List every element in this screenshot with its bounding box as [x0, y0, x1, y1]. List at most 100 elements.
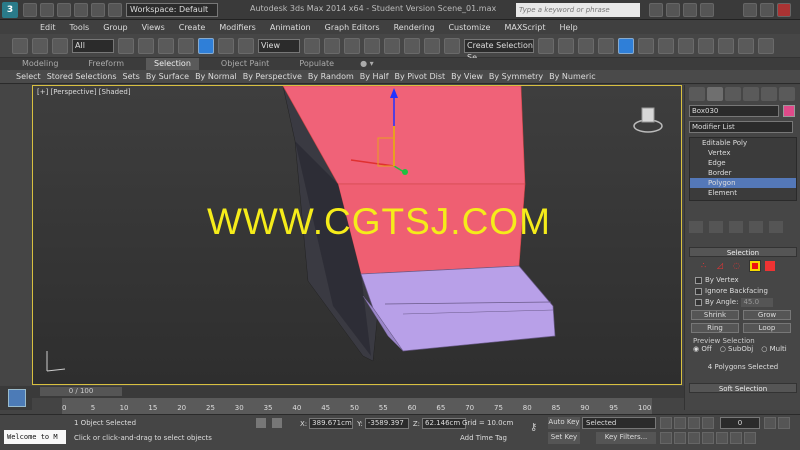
menu-create[interactable]: Create	[179, 23, 206, 32]
element-mode-icon[interactable]	[765, 261, 775, 271]
menu-graph-editors[interactable]: Graph Editors	[325, 23, 380, 32]
ribbon-by-random[interactable]: By Random	[308, 72, 354, 81]
by-angle-value[interactable]: 45.0	[741, 298, 774, 307]
search-input[interactable]: Type a keyword or phrase	[516, 3, 640, 17]
help-icon[interactable]	[666, 3, 680, 17]
selection-region-icon[interactable]	[158, 37, 174, 54]
ribbon-by-half[interactable]: By Half	[360, 72, 389, 81]
window-crossing-icon[interactable]	[178, 37, 194, 54]
unlink-icon[interactable]	[32, 37, 48, 54]
track-bar[interactable]: 0 5 10 15 20 25 30 35 40 45 50 55 60 65 70 75 80 85 90 95 10…	[62, 398, 652, 414]
play-icon[interactable]	[688, 417, 700, 429]
preview-off-radio[interactable]: ◉ Off	[693, 345, 712, 353]
select-manipulate-icon[interactable]	[324, 37, 340, 54]
ribbon-options-icon[interactable]: ● ▾	[356, 58, 378, 70]
tab-populate[interactable]: Populate	[291, 58, 342, 70]
absolute-mode-icon[interactable]	[272, 418, 282, 428]
curve-editor-icon[interactable]	[638, 37, 654, 54]
align-icon[interactable]	[558, 37, 574, 54]
new-file-icon[interactable]	[23, 2, 37, 17]
ribbon-by-surface[interactable]: By Surface	[146, 72, 189, 81]
pivot-center-icon[interactable]	[304, 37, 320, 54]
scene-explorer-icon[interactable]	[618, 37, 634, 54]
render-setup-icon[interactable]	[698, 37, 714, 54]
pin-stack-icon[interactable]	[689, 221, 703, 233]
zoom-icon[interactable]	[764, 417, 776, 429]
render-iterative-icon[interactable]	[758, 37, 774, 54]
ribbon-by-numeric[interactable]: By Numeric	[549, 72, 595, 81]
z-coordinate[interactable]: 62.146cm	[422, 418, 467, 429]
ring-button[interactable]: Ring	[691, 323, 739, 333]
x-coordinate[interactable]: 389.671cm	[309, 418, 354, 429]
ribbon-by-normal[interactable]: By Normal	[195, 72, 237, 81]
menu-modifiers[interactable]: Modifiers	[219, 23, 256, 32]
menu-animation[interactable]: Animation	[270, 23, 311, 32]
spinner-snap-icon[interactable]	[424, 37, 440, 54]
snaps-toggle-icon[interactable]	[364, 37, 380, 54]
save-file-icon[interactable]	[57, 2, 71, 17]
viewport-label[interactable]: [+] [Perspective] [Shaded]	[37, 88, 131, 96]
border-mode-icon[interactable]: ◌	[733, 261, 743, 271]
redo-icon[interactable]	[91, 2, 105, 17]
selection-rollout-title[interactable]: Selection	[689, 247, 797, 257]
stack-polygon[interactable]: Polygon	[690, 178, 796, 188]
orbit-subobject-icon[interactable]	[730, 432, 742, 444]
loop-button[interactable]: Loop	[743, 323, 791, 333]
select-and-scale-icon[interactable]	[238, 37, 254, 54]
soft-selection-rollout[interactable]: Soft Selection	[689, 383, 797, 393]
previous-frame-icon[interactable]	[674, 417, 686, 429]
go-to-start-icon[interactable]	[660, 417, 672, 429]
ribbon-by-symmetry[interactable]: By Symmetry	[489, 72, 543, 81]
menu-customize[interactable]: Customize	[448, 23, 490, 32]
object-color-swatch[interactable]	[783, 105, 795, 117]
polygon-mode-icon[interactable]	[749, 260, 761, 272]
perspective-viewport[interactable]: [+] [Perspective] [Shaded] WWW.CGTSJ.COM	[32, 85, 682, 385]
shrink-button[interactable]: Shrink	[691, 310, 739, 320]
show-end-result-icon[interactable]	[709, 221, 723, 233]
modify-tab-icon[interactable]	[707, 87, 723, 101]
vertex-mode-icon[interactable]: ∴	[701, 261, 711, 271]
stack-border[interactable]: Border	[690, 168, 796, 178]
by-vertex-option[interactable]: By Vertex	[695, 275, 797, 286]
schematic-view-icon[interactable]	[658, 37, 674, 54]
time-config-icon[interactable]	[660, 432, 672, 444]
ribbon-by-perspective[interactable]: By Perspective	[243, 72, 302, 81]
named-selection-dropdown[interactable]: Create Selection Se	[464, 38, 534, 62]
tab-modeling[interactable]: Modeling	[14, 58, 66, 70]
time-slider-track[interactable]	[32, 386, 684, 398]
workspace-dropdown[interactable]: Workspace: Default	[126, 2, 218, 17]
menu-help[interactable]: Help	[560, 23, 578, 32]
create-tab-icon[interactable]	[689, 87, 705, 101]
render-production-icon[interactable]	[738, 37, 754, 54]
toggle-ribbon-icon[interactable]	[598, 37, 614, 54]
menu-edit[interactable]: Edit	[40, 23, 56, 32]
add-time-tag-button[interactable]: Add Time Tag	[460, 434, 507, 442]
link-icon[interactable]	[12, 37, 28, 54]
maximize-icon[interactable]	[760, 3, 774, 17]
percent-snap-icon[interactable]	[404, 37, 420, 54]
edit-named-selection-icon[interactable]	[444, 37, 460, 54]
rendered-frame-window-icon[interactable]	[718, 37, 734, 54]
remove-modifier-icon[interactable]	[749, 221, 763, 233]
select-and-move-icon[interactable]	[198, 37, 214, 54]
info-icon[interactable]	[700, 3, 714, 17]
set-key-button[interactable]: Set Key	[548, 432, 580, 444]
menu-views[interactable]: Views	[142, 23, 165, 32]
utilities-tab-icon[interactable]	[779, 87, 795, 101]
project-folder-icon[interactable]	[108, 2, 122, 17]
field-of-view-icon[interactable]	[702, 432, 714, 444]
undo-icon[interactable]	[74, 2, 88, 17]
mirror-icon[interactable]	[538, 37, 554, 54]
stack-vertex[interactable]: Vertex	[690, 148, 796, 158]
maxscript-mini-listener[interactable]: Welcome to M	[4, 430, 66, 444]
motion-tab-icon[interactable]	[743, 87, 759, 101]
reference-coordinate-dropdown[interactable]: View	[258, 38, 300, 53]
object-name-field[interactable]: Box030	[689, 105, 779, 117]
menu-group[interactable]: Group	[103, 23, 127, 32]
stack-editable-poly[interactable]: Editable Poly	[690, 138, 796, 148]
configure-modifier-sets-icon[interactable]	[769, 221, 783, 233]
ribbon-stored-selections[interactable]: Stored Selections	[47, 72, 117, 81]
grow-button[interactable]: Grow	[743, 310, 791, 320]
ribbon-by-view[interactable]: By View	[451, 72, 483, 81]
next-frame-icon[interactable]	[702, 417, 714, 429]
